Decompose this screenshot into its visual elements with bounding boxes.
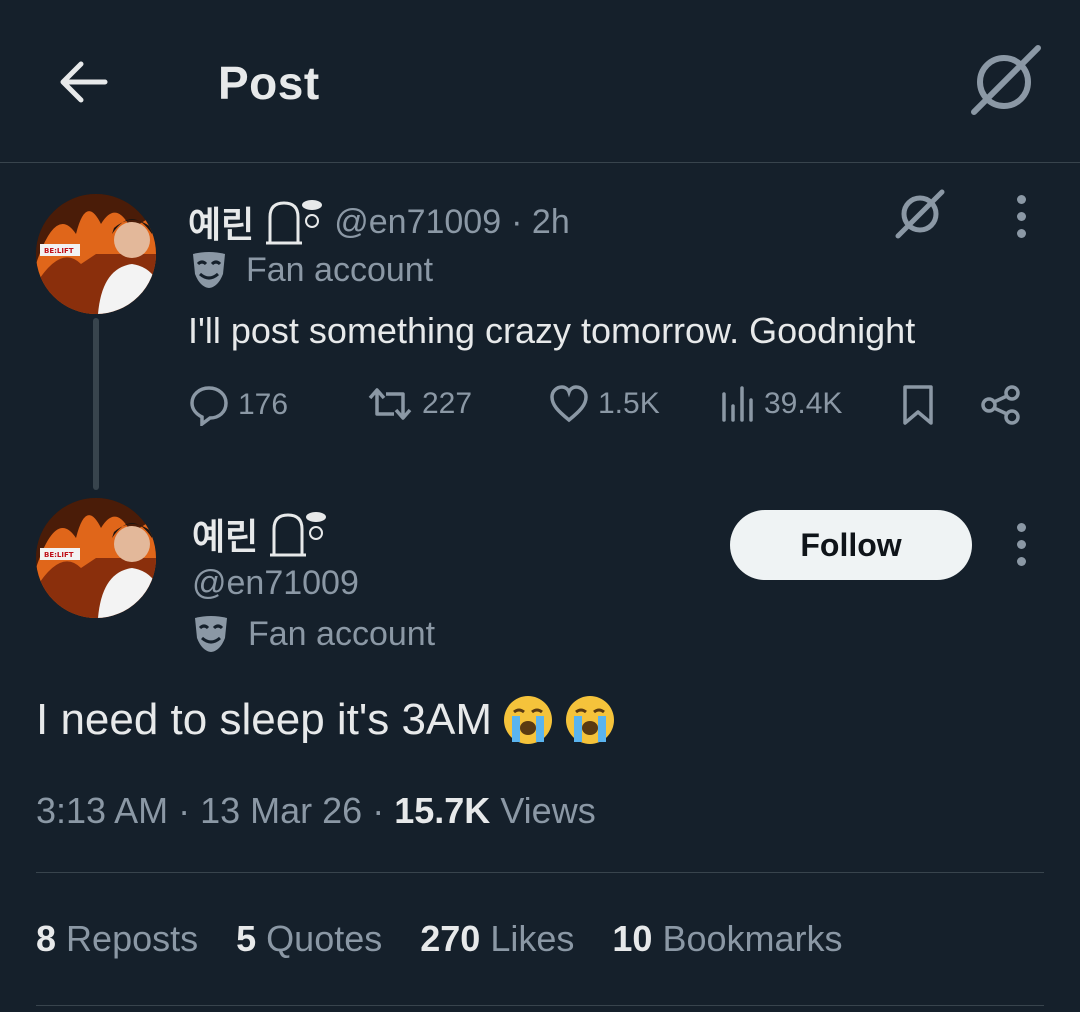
views-label: Views <box>500 790 596 831</box>
bookmarks-stat[interactable]: 10 Bookmarks <box>612 918 842 960</box>
page-title: Post <box>218 57 320 109</box>
divider <box>36 872 1044 873</box>
grok-button[interactable] <box>892 186 948 247</box>
mask-icon <box>193 252 225 288</box>
share-button[interactable] <box>980 384 1022 426</box>
more-options-icon[interactable] <box>1006 514 1036 574</box>
views-icon <box>722 386 753 422</box>
post-metadata: 3:13 AM · 13 Mar 26 · 15.7K Views <box>36 790 596 831</box>
post-time[interactable]: 3:13 AM <box>36 790 168 831</box>
bookmark-icon <box>903 385 933 425</box>
avatar-badge-text: BE:LIFT <box>44 247 74 255</box>
parent-post-text: I'll post something crazy tomorrow. Good… <box>188 310 916 351</box>
quotes-stat[interactable]: 5 Quotes <box>236 918 382 960</box>
views-button[interactable]: 39.4K <box>720 384 842 424</box>
reply-icon <box>190 386 228 426</box>
more-options-icon[interactable] <box>1006 186 1036 246</box>
top-bar <box>0 0 1080 163</box>
repost-icon <box>368 388 412 420</box>
follow-button[interactable]: Follow <box>730 510 972 580</box>
mask-icon <box>195 616 227 652</box>
fan-account-label: Fan account <box>190 250 433 290</box>
back-button[interactable] <box>50 52 116 112</box>
display-name[interactable]: 예린 <box>192 508 258 560</box>
share-icon <box>981 385 1020 425</box>
grok-icon <box>895 189 945 239</box>
arrow-left-icon <box>60 61 108 103</box>
avatar[interactable]: BE:LIFT <box>36 194 156 314</box>
loudly-crying-face-icon <box>565 696 614 744</box>
avatar-image: BE:LIFT <box>36 194 156 314</box>
main-post-header: 예린 <box>192 508 328 560</box>
grok-icon <box>971 45 1041 115</box>
tombstone-icon <box>270 512 327 557</box>
post-date[interactable]: 13 Mar 26 <box>200 790 362 831</box>
post-text: I need to sleep it's 3AM <box>36 694 616 746</box>
reply-button[interactable]: 176 <box>188 384 288 426</box>
post-time[interactable]: · 2h <box>511 203 570 242</box>
like-button[interactable]: 1.5K <box>548 384 660 424</box>
heart-icon <box>550 385 588 423</box>
repost-button[interactable]: 227 <box>366 384 472 424</box>
avatar-badge-text: BE:LIFT <box>44 551 74 559</box>
handle[interactable]: @en71009 <box>192 564 359 603</box>
loudly-crying-face-icon <box>503 696 552 744</box>
parent-actions: 176 227 1.5K 39.4K <box>188 384 1038 434</box>
avatar-image: BE:LIFT <box>36 498 156 618</box>
avatar[interactable]: BE:LIFT <box>36 498 156 618</box>
handle[interactable]: @en71009 <box>334 203 501 242</box>
bookmark-button[interactable] <box>900 384 936 426</box>
parent-post-header: 예린 @en71009 · 2h <box>188 196 570 248</box>
fan-account-label: Fan account <box>192 614 435 654</box>
engagement-stats: 8 Reposts 5 Quotes 270 Likes 10 Bookmark… <box>36 918 843 960</box>
tombstone-icon <box>266 200 323 245</box>
display-name[interactable]: 예린 <box>188 196 254 248</box>
views-count: 15.7K <box>394 790 491 831</box>
likes-stat[interactable]: 270 Likes <box>420 918 574 960</box>
thread-line <box>93 318 99 490</box>
divider <box>36 1005 1044 1006</box>
grok-button[interactable] <box>966 42 1044 118</box>
reposts-stat[interactable]: 8 Reposts <box>36 918 198 960</box>
